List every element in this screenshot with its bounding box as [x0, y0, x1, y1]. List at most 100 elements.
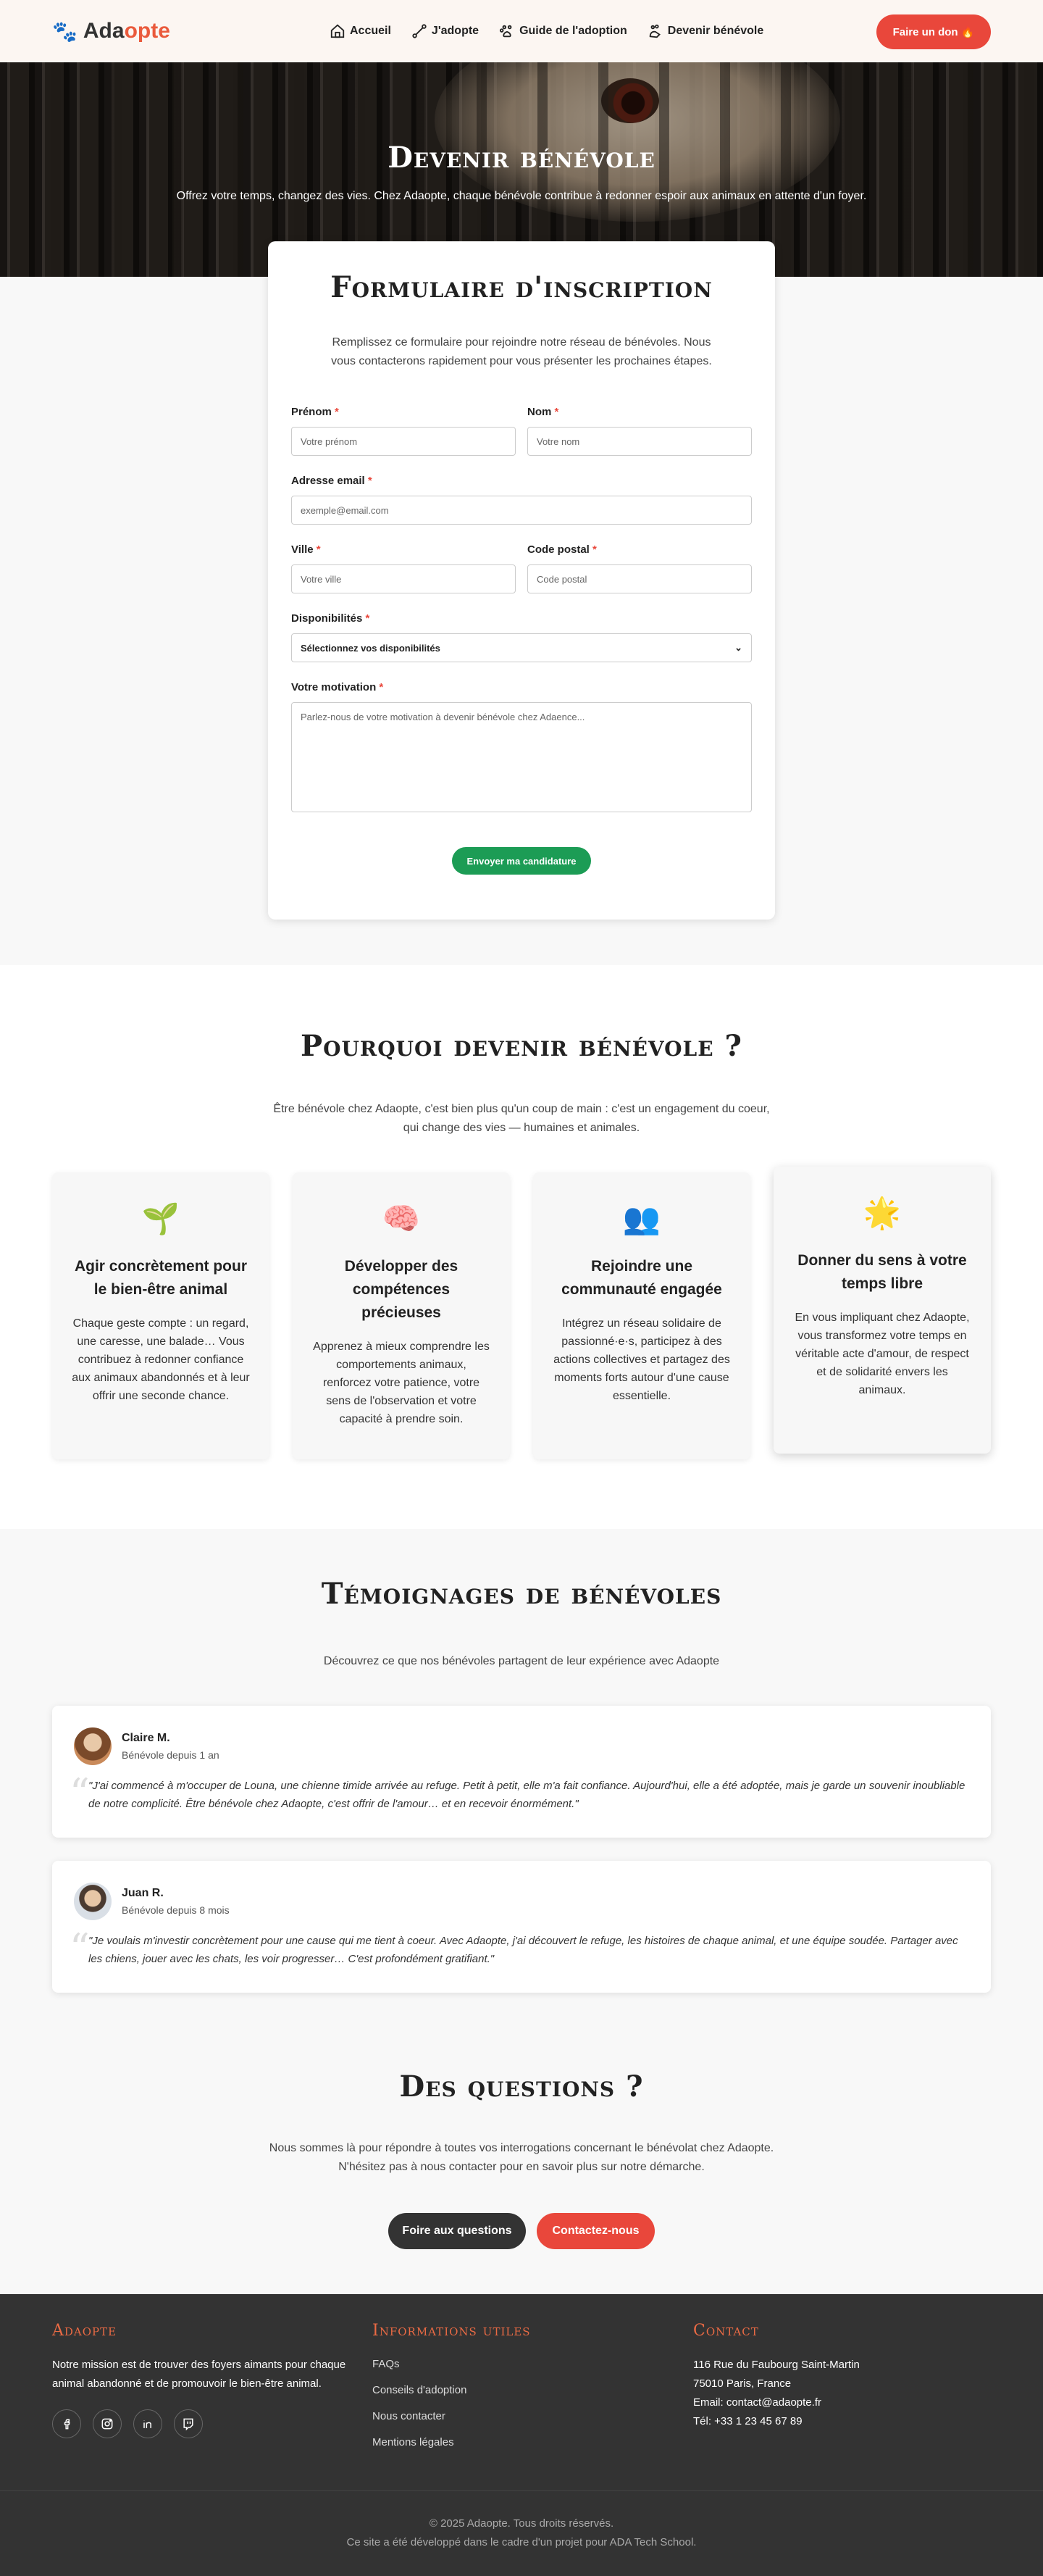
footer-info-title: Informations utiles — [372, 2322, 531, 2340]
quote-icon: “ — [70, 1770, 90, 1816]
postal-code-input[interactable]: Code postal — [527, 564, 752, 593]
home-icon — [330, 24, 345, 38]
bone-icon — [412, 24, 427, 38]
hand-heart-icon — [649, 24, 661, 38]
benefit-card-text: Chaque geste compte : un regard, une car… — [72, 1317, 250, 1402]
donate-button[interactable]: Faire un don 🔥 — [876, 14, 991, 49]
footer-mission: Notre mission est de trouver des foyers … — [52, 2359, 346, 2390]
form-intro: Remplissez ce formulaire pour rejoindre … — [331, 336, 712, 367]
testimonial-since: Bénévole depuis 1 an — [122, 1749, 219, 1761]
avatar — [74, 1727, 112, 1765]
testimonial-name: Claire M. — [122, 1732, 170, 1744]
why-subtitle-line1: Être bénévole chez Adaopte, c'est bien p… — [273, 1103, 770, 1115]
footer-email[interactable]: Email: contact@adaopte.fr — [693, 2393, 990, 2412]
footer-contact-column: Contact 116 Rue du Faubourg Saint-Martin… — [693, 2322, 990, 2431]
footer-about-column: Adaopte Notre mission est de trouver des… — [52, 2322, 349, 2438]
questions-title: Des questions ? — [399, 2069, 644, 2104]
postal-code-label: Code postal * — [527, 543, 597, 556]
faq-button[interactable]: Foire aux questions — [388, 2213, 526, 2249]
testimonial-card: Claire M. Bénévole depuis 1 an “ "J'ai c… — [52, 1706, 991, 1838]
copyright: © 2025 Adaopte. Tous droits réservés. — [429, 2517, 614, 2530]
city-input[interactable]: Votre ville — [291, 564, 516, 593]
nav-item-benevole[interactable]: Devenir bénévole — [648, 23, 763, 39]
brain-icon: 🧠 — [382, 1201, 421, 1235]
avatar — [74, 1883, 112, 1920]
city-label: Ville * — [291, 543, 321, 556]
questions-line1: Nous sommes là pour répondre à toutes vo… — [269, 2142, 774, 2154]
seedling-icon: 🌱 — [141, 1201, 180, 1235]
testimonials-section: Témoignages de bénévoles Découvrez ce qu… — [0, 1529, 1043, 2036]
nav-item-accueil[interactable]: Accueil — [330, 23, 391, 39]
contact-button[interactable]: Contactez-nous — [537, 2213, 655, 2249]
testimonial-quote: "Je voulais m'investir concrètement pour… — [88, 1935, 958, 1965]
benefit-card: 🌟 Donner du sens à votre temps libre En … — [774, 1167, 991, 1454]
email-input[interactable]: exemple@email.com — [291, 496, 752, 525]
nav-label: Guide de l'adoption — [519, 25, 627, 37]
benefit-card: 🌱 Agir concrètement pour le bien-être an… — [52, 1172, 269, 1459]
benefit-card-title: Agir concrètement pour le bien-être anim… — [74, 1258, 248, 1298]
why-title: Pourquoi devenir bénévole ? — [301, 1029, 742, 1063]
logo-text-part2: opte — [124, 19, 170, 43]
signup-form-card: Formulaire d'inscription Remplissez ce f… — [268, 241, 775, 920]
benefit-card: 👥 Rejoindre une communauté engagée Intég… — [533, 1172, 750, 1459]
footer-link-faqs[interactable]: FAQs — [372, 2351, 531, 2377]
page-title: Devenir bénévole — [388, 141, 655, 175]
paw-book-icon — [499, 25, 512, 38]
testimonial-name: Juan R. — [122, 1887, 164, 1899]
testimonial-since: Bénévole depuis 8 mois — [122, 1904, 230, 1916]
social-links — [52, 2409, 349, 2438]
logo-text-part1: Ada — [83, 19, 125, 43]
availability-label: Disponibilités * — [291, 612, 370, 625]
testimonials-title: Témoignages de bénévoles — [321, 1577, 722, 1611]
lastname-label: Nom * — [527, 406, 559, 418]
footer-link-conseils[interactable]: Conseils d'adoption — [372, 2377, 531, 2404]
benefit-card-text: Apprenez à mieux comprendre les comporte… — [313, 1341, 490, 1425]
footer-link-mentions[interactable]: Mentions légales — [372, 2430, 531, 2456]
main-nav: Accueil J'adopte Guide de l'adoption Dev… — [330, 0, 763, 62]
footer-bottom: © 2025 Adaopte. Tous droits réservés. Ce… — [0, 2514, 1043, 2552]
nav-item-jadopte[interactable]: J'adopte — [411, 23, 479, 39]
benefit-card: 🧠 Développer des compétences précieuses … — [293, 1172, 510, 1459]
firstname-label: Prénom * — [291, 406, 339, 418]
benefit-card-text: En vous impliquant chez Adaopte, vous tr… — [795, 1312, 970, 1396]
footer-divider — [0, 2490, 1043, 2491]
footer-contact-title: Contact — [693, 2322, 759, 2340]
footer-address-line1: 116 Rue du Faubourg Saint-Martin — [693, 2359, 860, 2371]
chevron-down-icon: ⌄ — [734, 642, 742, 653]
footer-brand-title: Adaopte — [52, 2322, 117, 2340]
instagram-icon[interactable] — [93, 2409, 122, 2438]
benefit-card-title: Rejoindre une communauté engagée — [561, 1258, 722, 1298]
footer-links-column: Informations utiles FAQs Conseils d'adop… — [372, 2322, 531, 2456]
availability-value: Sélectionnez vos disponibilités — [301, 642, 440, 654]
star-icon: 🌟 — [863, 1196, 902, 1230]
logo[interactable]: 🐾 Ada opte — [52, 19, 170, 43]
twitch-icon[interactable] — [174, 2409, 203, 2438]
benefit-card-title: Développer des compétences précieuses — [344, 1258, 458, 1321]
firstname-input[interactable]: Votre prénom — [291, 427, 516, 456]
availability-select[interactable]: Sélectionnez vos disponibilités ⌄ — [291, 633, 752, 662]
lastname-input[interactable]: Votre nom — [527, 427, 752, 456]
footer-link-contact[interactable]: Nous contacter — [372, 2404, 531, 2430]
benefit-card-title: Donner du sens à votre temps libre — [797, 1252, 967, 1292]
paw-icon: 🐾 — [52, 20, 78, 43]
questions-section: Des questions ? Nous sommes là pour répo… — [0, 2036, 1043, 2294]
site-footer: Adaopte Notre mission est de trouver des… — [0, 2294, 1043, 2576]
submit-application-button[interactable]: Envoyer ma candidature — [452, 847, 591, 875]
benefit-card-text: Intégrez un réseau solidaire de passionn… — [553, 1317, 730, 1402]
questions-line2: N'hésitez pas à nous contacter pour en s… — [338, 2161, 705, 2173]
footer-phone: Tél: +33 1 23 45 67 89 — [693, 2415, 803, 2427]
testimonials-subtitle: Découvrez ce que nos bénévoles partagent… — [323, 1655, 720, 1667]
motivation-textarea[interactable]: Parlez-nous de votre motivation à deveni… — [291, 702, 752, 812]
site-header: 🐾 Ada opte Accueil J'adopte Guide de l'a… — [0, 0, 1043, 62]
linkedin-icon[interactable] — [133, 2409, 162, 2438]
quote-icon: “ — [70, 1925, 90, 1971]
nav-label: J'adopte — [431, 25, 479, 37]
form-title: Formulaire d'inscription — [330, 270, 713, 304]
facebook-icon[interactable] — [52, 2409, 81, 2438]
why-volunteer-section: Pourquoi devenir bénévole ? Être bénévol… — [0, 965, 1043, 1529]
nav-label: Accueil — [350, 25, 391, 37]
motivation-label: Votre motivation * — [291, 681, 384, 693]
credit: Ce site a été développé dans le cadre d'… — [346, 2536, 697, 2548]
testimonial-card: Juan R. Bénévole depuis 8 mois “ "Je vou… — [52, 1861, 991, 1993]
nav-item-guide[interactable]: Guide de l'adoption — [499, 23, 627, 39]
